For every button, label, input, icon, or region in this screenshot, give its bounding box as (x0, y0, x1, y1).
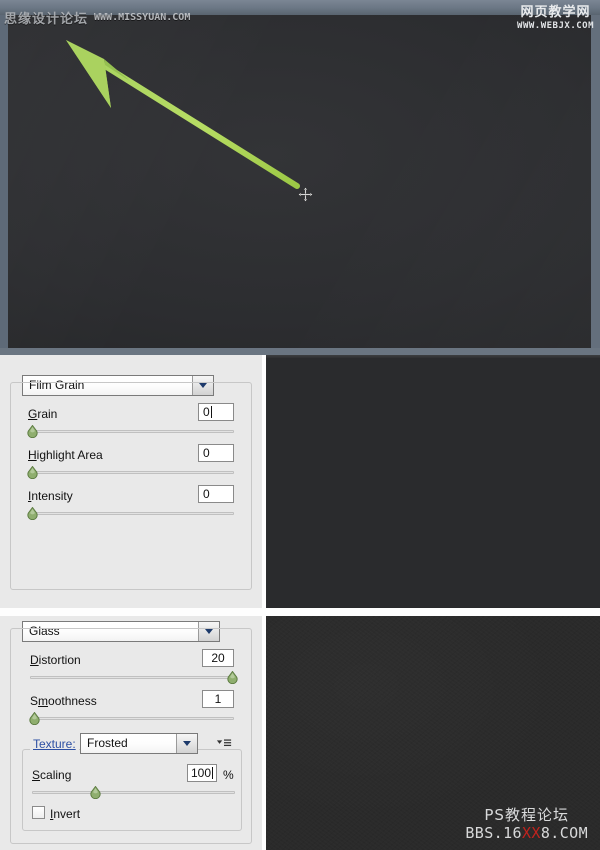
green-arrow-shape (66, 40, 300, 189)
distortion-slider-handle[interactable] (227, 671, 238, 684)
distortion-label: Distortion (30, 653, 81, 667)
watermark-br-en-suffix: 8.COM (540, 824, 588, 842)
film-grain-preview (266, 355, 600, 608)
canvas-top-bar (0, 0, 600, 15)
move-cursor-icon (298, 187, 313, 202)
smoothness-slider-track[interactable] (30, 717, 234, 720)
intensity-slider-track[interactable] (28, 512, 234, 515)
glass-preview: PS教程论坛 BBS.16XX8.COM (266, 616, 600, 850)
watermark-bottom-right: PS教程论坛 BBS.16XX8.COM (465, 806, 588, 842)
image-canvas[interactable] (8, 15, 591, 348)
distortion-slider[interactable] (30, 671, 238, 684)
canvas-bottom-edge (0, 348, 600, 355)
texture-label[interactable]: Texture: (30, 737, 79, 751)
scaling-slider-handle[interactable] (90, 786, 101, 799)
watermark-br-en-red: XX (521, 824, 541, 842)
highlight-area-value: 0 (203, 446, 210, 460)
invert-checkbox[interactable] (32, 806, 45, 819)
canvas-area: 思缘设计论坛 WWW.MISSYUAN.COM 网页教学网 WWW.WEBJX.… (0, 0, 600, 355)
highlight-area-slider-track[interactable] (28, 471, 234, 474)
watermark-br-cn: PS教程论坛 (484, 806, 569, 824)
smoothness-value-input[interactable]: 1 (202, 690, 234, 708)
scaling-slider-track[interactable] (32, 791, 235, 794)
scaling-value-input[interactable]: 100 (187, 764, 217, 782)
grain-value: 0 (203, 405, 210, 419)
smoothness-slider[interactable] (29, 712, 234, 725)
film-grain-panel: Film Grain Grain 0 Highlight Area 0 Inte (0, 355, 262, 608)
chevron-down-icon[interactable] (176, 734, 197, 753)
watermark-br-en: BBS.16XX8.COM (465, 824, 588, 842)
intensity-value: 0 (203, 487, 210, 501)
intensity-label: Intensity (28, 489, 73, 503)
intensity-slider[interactable] (27, 507, 234, 520)
smoothness-slider-handle[interactable] (29, 712, 40, 725)
highlight-area-slider[interactable] (27, 466, 234, 479)
distortion-value: 20 (211, 651, 225, 665)
grain-value-input[interactable]: 0 (198, 403, 234, 421)
smoothness-value: 1 (214, 692, 222, 706)
flyout-menu-icon[interactable] (216, 737, 232, 749)
scaling-value: 100 (190, 766, 212, 780)
highlight-area-label: Highlight Area (28, 448, 103, 462)
grain-label: Grain (28, 407, 58, 421)
highlight-area-slider-handle[interactable] (27, 466, 38, 479)
canvas-right-edge (591, 15, 600, 348)
grain-slider[interactable] (27, 425, 234, 438)
scaling-slider[interactable] (32, 786, 235, 799)
intensity-slider-handle[interactable] (27, 507, 38, 520)
watermark-br-en-prefix: BBS.16 (465, 824, 522, 842)
invert-label[interactable]: Invert (50, 807, 80, 821)
grain-slider-track[interactable] (28, 430, 234, 433)
smoothness-label: Smoothness (30, 694, 97, 708)
texture-select-value: Frosted (87, 736, 128, 750)
distortion-value-input[interactable]: 20 (202, 649, 234, 667)
scaling-unit: % (223, 768, 234, 782)
app-root: 思缘设计论坛 WWW.MISSYUAN.COM 网页教学网 WWW.WEBJX.… (0, 0, 600, 850)
intensity-value-input[interactable]: 0 (198, 485, 234, 503)
panel-divider (0, 608, 600, 616)
texture-select[interactable]: Frosted (80, 733, 198, 754)
highlight-area-value-input[interactable]: 0 (198, 444, 234, 462)
scaling-label: Scaling (32, 768, 72, 782)
distortion-slider-track[interactable] (30, 676, 234, 679)
glass-panel: Glass Distortion 20 Smoothness 1 Texture… (0, 616, 262, 850)
grain-slider-handle[interactable] (27, 425, 38, 438)
